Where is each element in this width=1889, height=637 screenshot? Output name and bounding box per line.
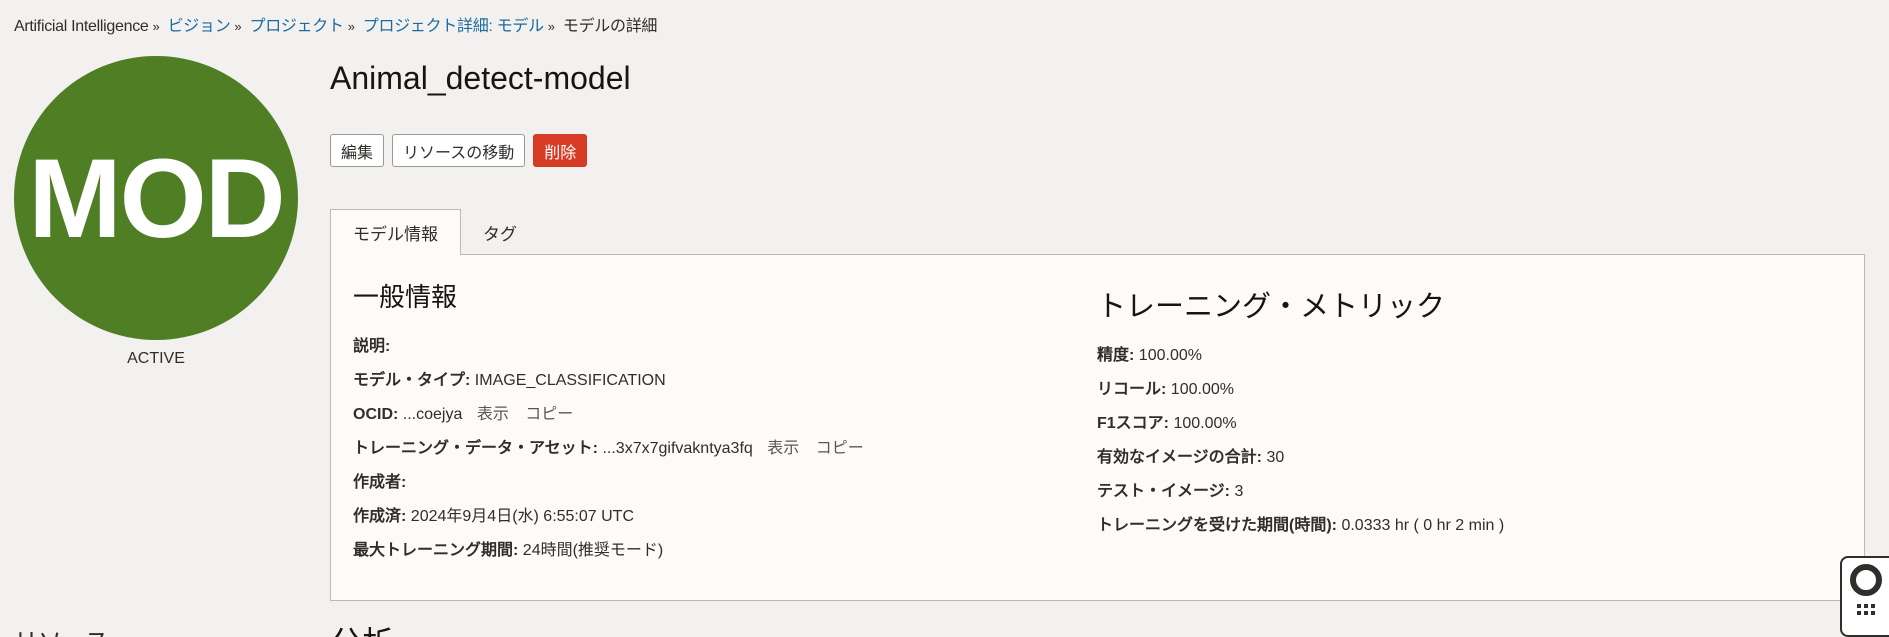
training-asset-value: ...3x7x7gifvakntya3fq <box>602 440 753 457</box>
help-widget[interactable] <box>1840 556 1889 637</box>
training-asset-row: トレーニング・データ・アセット: ...3x7x7gifvakntya3fq 表… <box>353 440 864 457</box>
ocid-copy-link[interactable]: コピー <box>525 406 573 423</box>
valid-images-row: 有効なイメージの合計: 30 <box>1097 449 1285 466</box>
max-training-row: 最大トレーニング期間: 24時間(推奨モード) <box>353 542 664 559</box>
delete-button[interactable]: 削除 <box>533 134 588 167</box>
resource-avatar: MOD <box>14 56 298 340</box>
ocid-show-link[interactable]: 表示 <box>477 406 509 423</box>
test-images-row: テスト・イメージ: 3 <box>1097 483 1244 500</box>
model-info-panel: 一般情報 説明: モデル・タイプ: IMAGE_CLASSIFICATION O… <box>330 254 1865 601</box>
general-info-heading: 一般情報 <box>353 282 458 312</box>
breadcrumb-link-vision[interactable]: ビジョン <box>168 18 231 35</box>
action-bar: 編集 リソースの移動 削除 <box>330 134 588 167</box>
f1-score-row: F1スコア: 100.00% <box>1097 415 1237 432</box>
breadcrumb-link-project-detail[interactable]: プロジェクト詳細: モデル <box>363 18 544 35</box>
ocid-value: ...coejya <box>402 406 463 423</box>
tab-bar: モデル情報 タグ <box>330 209 539 255</box>
breadcrumb: Artificial Intelligence» ビジョン» プロジェクト» プ… <box>14 18 658 35</box>
asset-show-link[interactable]: 表示 <box>767 440 799 457</box>
tab-tags[interactable]: タグ <box>461 209 539 255</box>
side-heading-resources: リソース <box>14 622 109 637</box>
description-row: 説明: <box>353 338 391 355</box>
breadcrumb-current: モデルの詳細 <box>562 18 658 35</box>
model-type-row: モデル・タイプ: IMAGE_CLASSIFICATION <box>353 372 666 389</box>
ocid-row: OCID: ...coejya 表示 コピー <box>353 406 574 423</box>
training-metrics-section: トレーニング・メトリック 精度: 100.00% リコール: 100.00% F… <box>1097 277 1504 543</box>
avatar-text: MOD <box>28 135 285 261</box>
move-resource-button[interactable]: リソースの移動 <box>392 134 526 167</box>
analysis-heading: 分析 <box>330 618 394 637</box>
edit-button[interactable]: 編集 <box>330 134 385 167</box>
tab-model-info[interactable]: モデル情報 <box>330 209 461 255</box>
page-title: Animal_detect-model <box>330 60 631 96</box>
training-metrics-heading: トレーニング・メトリック <box>1097 291 1446 323</box>
grip-icon[interactable] <box>1856 604 1875 615</box>
lifebuoy-icon[interactable] <box>1849 564 1882 596</box>
general-info-section: 一般情報 説明: モデル・タイプ: IMAGE_CLASSIFICATION O… <box>353 277 864 568</box>
recall-row: リコール: 100.00% <box>1097 381 1234 398</box>
asset-copy-link[interactable]: コピー <box>816 440 864 457</box>
breadcrumb-link-projects[interactable]: プロジェクト <box>250 18 345 35</box>
breadcrumb-root: Artificial Intelligence <box>14 18 149 35</box>
status-label: ACTIVE <box>127 350 185 367</box>
precision-row: 精度: 100.00% <box>1097 347 1202 364</box>
created-row: 作成済: 2024年9月4日(水) 6:55:07 UTC <box>353 508 635 525</box>
creator-row: 作成者: <box>353 474 407 491</box>
training-duration-row: トレーニングを受けた期間(時間): 0.0333 hr ( 0 hr 2 min… <box>1097 517 1505 534</box>
